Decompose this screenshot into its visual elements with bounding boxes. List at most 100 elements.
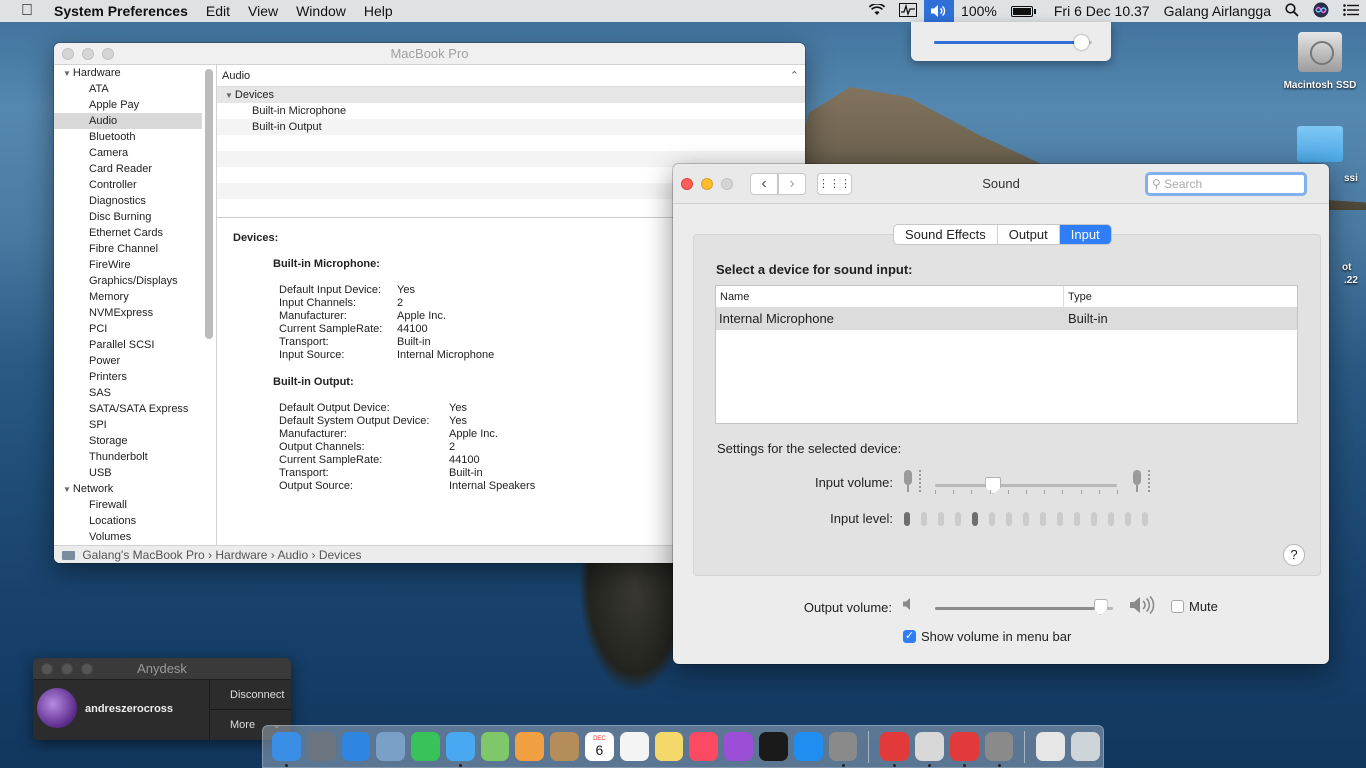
sidebar-item[interactable]: USB [54,465,202,481]
close-button[interactable] [62,48,74,60]
sidebar-item[interactable]: Card Reader [54,161,202,177]
path-item[interactable]: Galang's MacBook Pro [82,548,204,562]
sidebar-item[interactable]: Power [54,353,202,369]
menu-clock[interactable]: Fri 6 Dec 10.37 [1054,3,1150,19]
forward-button[interactable]: › [778,173,806,195]
output-volume-knob[interactable] [1093,599,1108,615]
zoom-button[interactable] [102,48,114,60]
sidebar-item[interactable]: SAS [54,385,202,401]
tree-group-devices[interactable]: ▼ Devices [217,87,805,103]
search-field[interactable]: ⚲ Search [1145,172,1307,196]
tab-sound-effects[interactable]: Sound Effects [894,225,998,244]
battery-percent[interactable]: 100% [961,3,997,19]
tab-input[interactable]: Input [1059,225,1111,244]
menu-volume-knob[interactable] [1073,35,1089,50]
sidebar-item[interactable]: PCI [54,321,202,337]
menu-window[interactable]: Window [287,3,355,19]
dock-music-icon[interactable] [689,732,719,761]
spotlight-icon[interactable] [1285,2,1299,20]
sidebar-item[interactable]: Fibre Channel [54,241,202,257]
dock-reminders-icon[interactable] [619,732,649,761]
battery-icon[interactable] [1010,5,1036,17]
dock-messages-icon[interactable] [445,732,475,767]
disclosure-triangle-icon[interactable]: ▼ [63,69,71,78]
dock-trash-icon[interactable] [1071,732,1100,761]
sidebar-scrollbar[interactable] [205,69,213,339]
dock-contacts-icon[interactable] [550,732,580,761]
tree-item[interactable]: Built-in Output [217,119,805,135]
sidebar-item[interactable]: Printers [54,369,202,385]
column-header-name[interactable]: Name [716,286,1064,307]
path-item[interactable]: Devices [319,548,362,562]
dock-facetime-icon[interactable] [411,732,440,761]
tab-output[interactable]: Output [998,225,1060,244]
volume-menu-icon[interactable] [924,0,955,22]
path-item[interactable]: Hardware [215,548,267,562]
dock-system-preferences-icon[interactable] [828,732,858,767]
siri-icon[interactable] [1313,2,1329,21]
sound-titlebar[interactable]: ‹ › ⋮⋮⋮ Sound ⚲ Search [673,164,1329,204]
dock-tv-icon[interactable] [758,732,788,761]
dock-preview-icon[interactable] [376,732,406,761]
mute-checkbox[interactable] [1171,600,1184,613]
input-volume-slider[interactable] [935,477,1118,494]
dock-anydesk-icon[interactable] [880,732,910,767]
sidebar-item[interactable]: Locations [54,513,202,529]
desktop-icon-folder[interactable] [1275,126,1365,162]
menu-user[interactable]: Galang Airlangga [1164,3,1271,19]
sidebar-item[interactable]: Firewall [54,497,202,513]
sidebar-item[interactable]: Ethernet Cards [54,225,202,241]
help-button[interactable]: ? [1283,544,1305,566]
menu-edit[interactable]: Edit [197,3,239,19]
show-volume-checkbox[interactable]: ✓ [903,630,916,643]
sidebar-item[interactable]: Audio [54,113,202,129]
sort-chevron-icon[interactable]: ⌃ [790,65,799,87]
dock-launchpad-icon[interactable] [306,732,336,761]
disclosure-triangle-icon[interactable]: ▼ [63,485,71,494]
activity-monitor-icon[interactable] [899,2,918,20]
sidebar-item[interactable]: Controller [54,177,202,193]
dock-anydesk-2-icon[interactable] [949,732,979,767]
output-volume-slider[interactable] [935,599,1113,615]
sidebar-group-network[interactable]: ▼ Network [54,481,202,497]
table-row[interactable]: Internal Microphone Built-in [716,308,1297,330]
dock-calendar-icon[interactable]: DEC 6 [585,732,614,761]
close-button[interactable] [681,178,693,190]
back-button[interactable]: ‹ [750,173,778,195]
dock-photos-icon[interactable] [515,732,545,761]
sidebar-item[interactable]: Apple Pay [54,97,202,113]
sidebar-item[interactable]: Diagnostics [54,193,202,209]
dock-finder-icon[interactable] [272,732,301,767]
dock-notes-icon[interactable] [654,732,684,761]
sidebar-item[interactable]: SATA/SATA Express [54,401,202,417]
zoom-button[interactable] [721,178,733,190]
sidebar-item[interactable]: ATA [54,81,202,97]
sidebar-item[interactable]: Bluetooth [54,129,202,145]
content-header[interactable]: Audio ⌃ [217,65,805,87]
sidebar-item[interactable]: SPI [54,417,202,433]
sidebar-item[interactable]: Parallel SCSI [54,337,202,353]
minimize-button[interactable] [701,178,713,190]
minimize-button[interactable] [61,663,73,675]
menu-volume-slider[interactable] [934,35,1092,50]
sidebar-item[interactable]: Graphics/Displays [54,273,202,289]
sidebar-item[interactable]: Thunderbolt [54,449,202,465]
dock-safari-icon[interactable] [341,732,371,761]
menu-help[interactable]: Help [355,3,402,19]
tree-item[interactable]: Built-in Microphone [217,103,805,119]
sidebar-item[interactable]: Memory [54,289,202,305]
zoom-button[interactable] [81,663,93,675]
dock-documents-icon[interactable] [1036,732,1066,761]
sidebar-item[interactable]: Volumes [54,529,202,545]
desktop-icon-macintosh-ssd[interactable]: Macintosh SSD [1275,32,1365,91]
sidebar-item[interactable]: FireWire [54,257,202,273]
sidebar-item[interactable]: Camera [54,145,202,161]
notification-center-icon[interactable] [1343,3,1359,19]
disconnect-button[interactable]: Disconnect [210,680,291,710]
anydesk-titlebar[interactable]: Anydesk [33,658,291,680]
disclosure-triangle-icon[interactable]: ▼ [225,91,233,100]
close-button[interactable] [41,663,53,675]
dock-podcasts-icon[interactable] [724,732,753,761]
sidebar-item[interactable]: Disc Burning [54,209,202,225]
dock-maps-icon[interactable] [480,732,510,761]
